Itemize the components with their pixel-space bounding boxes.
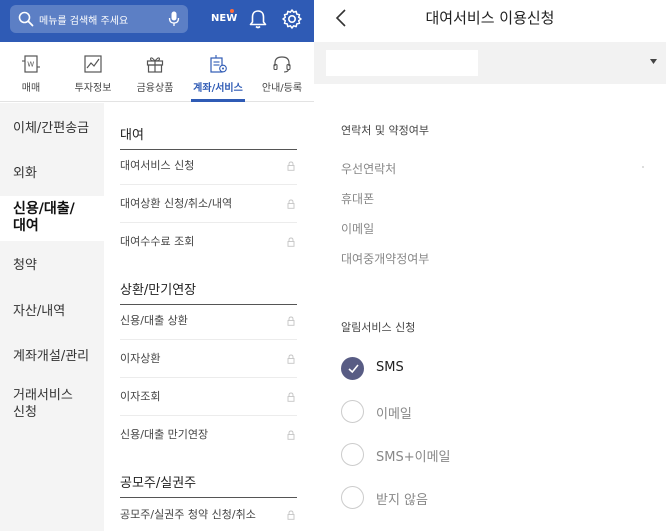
- tab-guide-register[interactable]: 안내/등록: [251, 42, 313, 102]
- radio-circle[interactable]: [341, 400, 364, 423]
- tab-invest-info[interactable]: 투자정보: [62, 42, 124, 102]
- lock-icon: [287, 237, 295, 247]
- chart-icon: [84, 55, 102, 73]
- radio-circle[interactable]: [341, 443, 364, 466]
- tab-label: 금융상품: [136, 83, 174, 94]
- sidebar-item-trade-service[interactable]: 거래서비스 신청: [0, 387, 104, 421]
- lock-icon: [287, 316, 295, 326]
- lock-icon: [287, 510, 295, 520]
- menu-item-label: 대여상환 신청/취소/내역: [120, 197, 233, 210]
- tab-label: 안내/등록: [261, 83, 303, 94]
- search-placeholder: 메뉴를 검색해 주세요: [39, 16, 129, 27]
- account-select-field[interactable]: [326, 50, 478, 76]
- form-header: 대여서비스 이용신청: [314, 0, 666, 42]
- menu-item-interest-repay[interactable]: 이자상환: [120, 340, 297, 378]
- tab-trade[interactable]: W 매매: [0, 42, 62, 102]
- microphone-icon[interactable]: [168, 11, 180, 27]
- new-button[interactable]: NEW: [211, 9, 237, 24]
- menu-item-label: 신용/대출 상환: [120, 314, 188, 327]
- radio-none[interactable]: 받지 않음: [341, 486, 666, 516]
- app-root: 메뉴를 검색해 주세요 NEW W 매매 투자정보 금융상품 계좌/서비스 안내…: [0, 0, 666, 531]
- menu-item-credit-repay[interactable]: 신용/대출 상환: [120, 302, 297, 340]
- contact-row-agreement: 대여중개약정여부: [341, 252, 430, 266]
- submenu-list: 대여 대여서비스 신청 대여상환 신청/취소/내역 대여수수료 조회 상환/만기…: [104, 103, 314, 531]
- menu-item-lending-fee[interactable]: 대여수수료 조회: [120, 223, 297, 261]
- menu-item-label: 대여수수료 조회: [120, 235, 195, 248]
- menu-item-lending-repay[interactable]: 대여상환 신청/취소/내역: [120, 185, 297, 223]
- trade-icon: W: [22, 55, 40, 73]
- radio-label: 이메일: [376, 407, 412, 422]
- sidebar-item-assets[interactable]: 자산/내역: [0, 303, 104, 320]
- radio-sms-email[interactable]: SMS+이메일: [341, 443, 666, 473]
- menu-item-interest-inquiry[interactable]: 이자조회: [120, 378, 297, 416]
- page-title: 대여서비스 이용신청: [425, 9, 555, 27]
- tab-account-service[interactable]: 계좌/서비스: [187, 42, 249, 102]
- radio-label: 받지 않음: [376, 493, 428, 508]
- tab-label: 투자정보: [74, 83, 112, 94]
- lock-icon: [287, 392, 295, 402]
- menu-item-label: 이자상환: [120, 352, 161, 365]
- lock-icon: [287, 354, 295, 364]
- menu-item-label: 이자조회: [120, 390, 161, 403]
- tab-label: 계좌/서비스: [193, 83, 243, 94]
- lock-icon: [287, 430, 295, 440]
- contact-row-priority: 우선연락처: [341, 162, 397, 176]
- menu-item-label: 대여서비스 신청: [120, 159, 195, 172]
- contact-row-mobile: 휴대폰: [341, 192, 375, 206]
- sidebar-item-transfer[interactable]: 이체/간편송금: [0, 120, 104, 137]
- account-service-icon: [210, 55, 227, 73]
- menu-item-label: 공모주/실권주 청약 신청/취소: [120, 508, 256, 521]
- tab-label: 매매: [21, 83, 41, 94]
- tab-financial-products[interactable]: 금융상품: [124, 42, 186, 102]
- sidebar-item-account-open[interactable]: 계좌개설/관리: [0, 348, 104, 365]
- menu-item-lending-apply[interactable]: 대여서비스 신청: [120, 147, 297, 185]
- gift-icon: [146, 57, 164, 73]
- sidebar-item-credit-loan[interactable]: 신용/대출/ 대여: [0, 196, 104, 241]
- alert-section-title: 알림서비스 신청: [341, 321, 416, 334]
- section-title: 공모주/실권주: [120, 472, 297, 498]
- radio-label: SMS+이메일: [376, 450, 451, 465]
- check-icon: [348, 364, 359, 374]
- radio-email[interactable]: 이메일: [341, 400, 666, 430]
- contact-row-email: 이메일: [341, 222, 375, 236]
- menu-item-label: 신용/대출 만기연장: [120, 428, 209, 441]
- account-selector[interactable]: [314, 42, 666, 84]
- radio-label: SMS: [376, 360, 404, 375]
- menu-topbar: 메뉴를 검색해 주세요 NEW: [0, 0, 314, 42]
- gear-icon[interactable]: [281, 8, 303, 30]
- lending-service-form: 대여서비스 이용신청 연락처 및 약정여부 우선연락처 휴대폰 이메일 대여중개…: [314, 0, 666, 531]
- caret-down-icon[interactable]: [650, 59, 657, 64]
- headset-icon: [273, 56, 291, 73]
- menu-item-maturity-extend[interactable]: 신용/대출 만기연장: [120, 416, 297, 454]
- sidebar-item-subscription[interactable]: 청약: [0, 257, 104, 274]
- search-input[interactable]: 메뉴를 검색해 주세요: [10, 5, 188, 33]
- bell-icon[interactable]: [247, 8, 269, 30]
- svg-text:W: W: [27, 61, 34, 69]
- radio-circle[interactable]: [341, 486, 364, 509]
- category-sidebar: 이체/간편송금 외화 신용/대출/ 대여 청약 자산/내역 계좌개설/관리 거래…: [0, 103, 104, 531]
- active-tab-underline: [191, 99, 245, 102]
- sidebar-item-foreign-currency[interactable]: 외화: [0, 165, 104, 182]
- menu-item-ipo-subscribe[interactable]: 공모주/실권주 청약 신청/취소: [120, 496, 297, 531]
- row-marker: [642, 166, 644, 168]
- search-icon: [18, 11, 34, 27]
- category-tabs: W 매매 투자정보 금융상품 계좌/서비스 안내/등록: [0, 42, 314, 102]
- lock-icon: [287, 161, 295, 171]
- radio-circle[interactable]: [341, 357, 364, 380]
- lock-icon: [287, 199, 295, 209]
- radio-sms[interactable]: SMS: [341, 357, 666, 387]
- contact-section-title: 연락처 및 약정여부: [341, 124, 429, 137]
- menu-panel: 메뉴를 검색해 주세요 NEW W 매매 투자정보 금융상품 계좌/서비스 안내…: [0, 0, 314, 531]
